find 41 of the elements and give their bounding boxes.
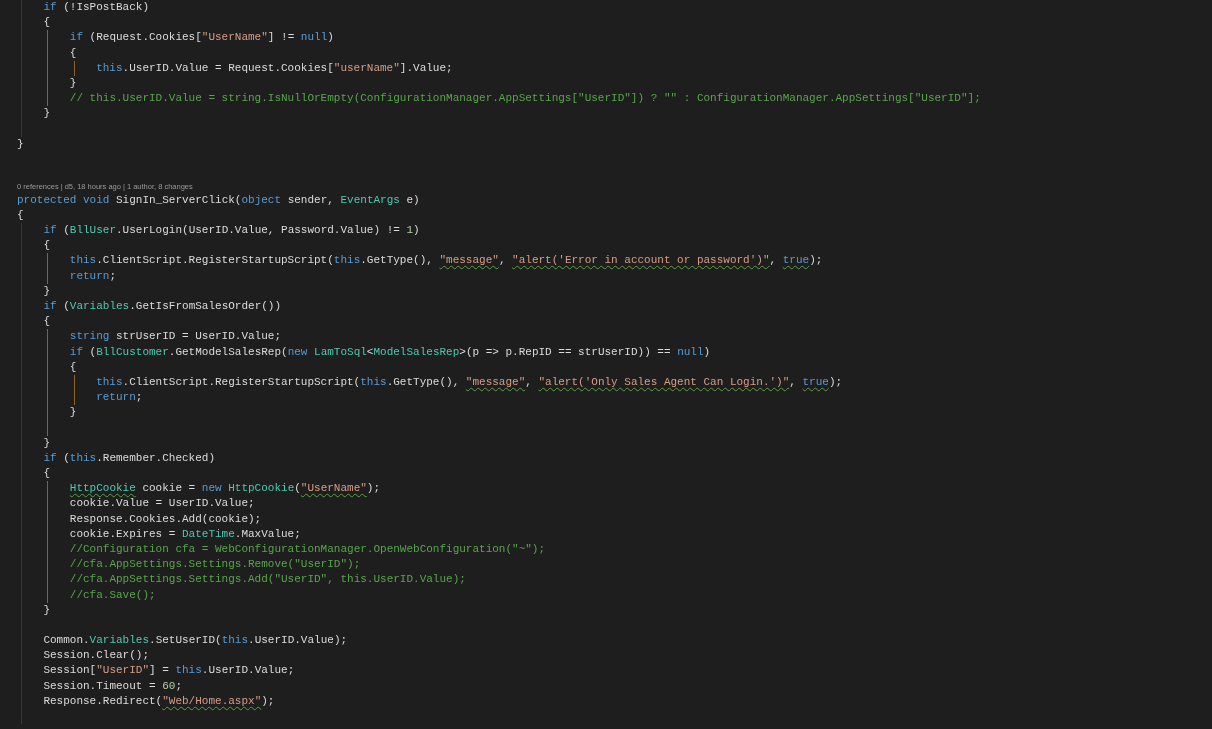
code-line: if (Request.Cookies["UserName"] != null) <box>69 30 334 46</box>
code-line: { <box>43 238 50 254</box>
code-line: Common.Variables.SetUserID(this.UserID.Value); <box>43 633 348 649</box>
code-line: if (BllCustomer.GetModelSalesRep(new LamToSql<ModelSalesRep>(p => p.RepID == strUserID)) == null) <box>69 344 711 360</box>
code-line: } <box>43 435 50 451</box>
code-line: //cfa.AppSettings.Settings.Remove("UserID"); <box>69 557 361 573</box>
code-line: if (!IsPostBack) <box>43 0 149 15</box>
code-line: } <box>43 602 50 618</box>
code-line: string strUserID = UserID.Value; <box>69 329 282 345</box>
code-line: { <box>43 314 50 330</box>
code-line: if (BllUser.UserLogin(UserID.Value, Password.Value) != 1) <box>43 223 420 238</box>
code-line: { <box>17 207 24 223</box>
code-line: this.UserID.Value = Request.Cookies["userName"].Value; <box>96 60 453 76</box>
code-line: } <box>43 283 50 299</box>
code-line: { <box>69 359 77 375</box>
code-line: if (Variables.GetIsFromSalesOrder()) <box>43 298 282 314</box>
code-line: { <box>43 466 50 481</box>
code-line: } <box>69 75 77 91</box>
code-line: //cfa.Save(); <box>69 587 156 603</box>
code-line: return; <box>69 268 116 284</box>
code-line: } <box>17 136 24 152</box>
code-line: this.ClientScript.RegisterStartupScript(this.GetType(), "message", "alert('Only Sales Agent Can Login.')", true); <box>96 374 843 390</box>
code-line: { <box>43 15 50 31</box>
code-line: //cfa.AppSettings.Settings.Add("UserID", this.UserID.Value); <box>69 572 466 588</box>
code-line: HttpCookie cookie = new HttpCookie("UserName"); <box>69 481 381 497</box>
code-line: Session.Clear(); <box>43 648 149 664</box>
code-line: return; <box>96 390 143 406</box>
code-line: cookie.Expires = DateTime.MaxValue; <box>69 526 301 542</box>
code-line: Session["UserID"] = this.UserID.Value; <box>43 663 295 679</box>
code-line: Response.Cookies.Add(cookie); <box>69 511 262 527</box>
code-line: this.ClientScript.RegisterStartupScript(this.GetType(), "message", "alert('Error in account or password')", true); <box>69 253 823 269</box>
code-line: Response.Redirect("Web/Home.aspx"); <box>43 693 275 709</box>
code-line: Session.Timeout = 60; <box>43 678 183 694</box>
code-line: } <box>69 405 77 421</box>
code-line: } <box>43 106 50 122</box>
code-line: cookie.Value = UserID.Value; <box>69 496 255 512</box>
code-line: protected void SignIn_ServerClick(object sender, EventArgs e) <box>17 192 420 208</box>
code-line: //Configuration cfa = WebConfigurationManager.OpenWebConfiguration("~"); <box>69 541 546 557</box>
code-line: { <box>69 45 77 61</box>
code-line: if (this.Remember.Checked) <box>43 450 216 466</box>
code-line: // this.UserID.Value = string.IsNullOrEmpty(ConfigurationManager.AppSettings["UserID"]) ? "" : ConfigurationManager.AppSettings["UserID"]; <box>69 91 981 107</box>
